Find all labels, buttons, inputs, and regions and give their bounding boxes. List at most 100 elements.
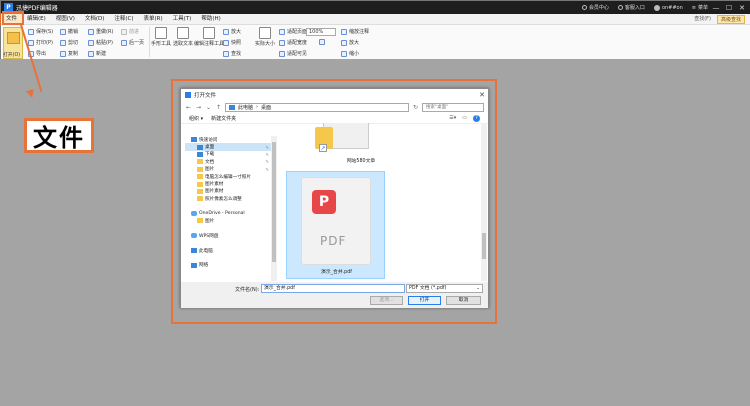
select-text-button[interactable]: 选取文本 bbox=[173, 27, 193, 47]
hand-tool-button[interactable]: 手形工具 bbox=[151, 27, 171, 47]
next-page-button[interactable]: 后一页 bbox=[121, 39, 144, 46]
menu-edit[interactable]: 编辑(E) bbox=[22, 14, 51, 25]
options-button[interactable]: 选项... bbox=[370, 296, 403, 305]
save-button[interactable]: 保存(S) bbox=[28, 28, 53, 35]
back-arrow-icon[interactable]: ← bbox=[185, 104, 192, 111]
file-item-pdf[interactable]: P PDF 演示_合并.pdf bbox=[286, 171, 385, 279]
nav-network[interactable]: 网络 bbox=[185, 262, 273, 269]
fit-page-button[interactable]: 适配页面 bbox=[279, 28, 307, 35]
fit-page-icon bbox=[279, 28, 285, 35]
nav-this-pc[interactable]: 此电脑 bbox=[185, 247, 273, 254]
file-scrollbar[interactable] bbox=[481, 123, 487, 281]
dialog-close-button[interactable]: ✕ bbox=[476, 91, 488, 99]
fit-width-button[interactable]: 适配宽度 bbox=[279, 39, 307, 46]
nav-quick-access[interactable]: 快速访问 bbox=[185, 136, 273, 143]
file-scroll-thumb[interactable] bbox=[482, 233, 486, 259]
up-arrow-icon[interactable]: ↑ bbox=[215, 104, 222, 111]
download-icon bbox=[197, 151, 203, 157]
menu-button[interactable]: ≡ 菜单 bbox=[692, 4, 708, 12]
menu-comment[interactable]: 注释(C) bbox=[109, 14, 138, 25]
zoom-in-tool-button[interactable]: 放大 bbox=[223, 28, 241, 35]
folder-icon bbox=[197, 181, 203, 187]
advanced-find-button[interactable]: 高级查找 bbox=[716, 14, 745, 24]
dialog-footer: 文件名(N): 演示_合并.pdf PDF 文档 (*.pdf) ⌄ 选项... … bbox=[181, 282, 488, 308]
filename-input[interactable]: 演示_合并.pdf bbox=[261, 284, 405, 293]
zoom-annotation-icon bbox=[341, 28, 347, 35]
forward-arrow-icon[interactable]: → bbox=[195, 104, 202, 111]
maximize-button[interactable]: ☐ bbox=[724, 4, 734, 12]
nav-onedrive-pictures[interactable]: 图片 bbox=[185, 217, 273, 224]
zoom-in-button[interactable]: 放大 bbox=[341, 39, 359, 46]
fit-width-label: 适配宽度 bbox=[287, 40, 308, 46]
forward-button[interactable]: 前进 bbox=[121, 28, 139, 35]
save-label: 保存(S) bbox=[36, 29, 54, 35]
member-center-button[interactable]: 会员中心 bbox=[581, 4, 609, 11]
menu-document[interactable]: 文档(D) bbox=[80, 14, 110, 25]
menu-label: 菜单 bbox=[697, 5, 708, 11]
copy-button[interactable]: 复制 bbox=[60, 50, 78, 57]
redo-button[interactable]: 重做(R) bbox=[88, 28, 113, 35]
cancel-button[interactable]: 取消 bbox=[446, 296, 481, 305]
snapshot-button[interactable]: 快照 bbox=[223, 39, 241, 46]
nav-folder[interactable]: 电脑怎么编辑一寸照片 bbox=[185, 173, 273, 180]
cut-button[interactable]: 剪切 bbox=[60, 39, 78, 46]
search-input[interactable]: 搜索"桌面" bbox=[422, 102, 484, 112]
nav-documents[interactable]: 文档 ✎ bbox=[185, 158, 273, 165]
filetype-select[interactable]: PDF 文档 (*.pdf) ⌄ bbox=[406, 284, 483, 293]
preview-pane-icon[interactable]: ▭ bbox=[462, 115, 467, 122]
paste-button[interactable]: 粘贴(P) bbox=[88, 39, 113, 46]
new-folder-button[interactable]: 新建文件夹 bbox=[211, 115, 236, 122]
nav-scroll-thumb[interactable] bbox=[272, 142, 276, 262]
zoom-annotation-button[interactable]: 缩放注释 bbox=[341, 28, 369, 35]
nav-label: 网络 bbox=[199, 263, 209, 269]
breadcrumb-pc[interactable]: 此电脑 bbox=[238, 104, 253, 111]
nav-scrollbar[interactable] bbox=[271, 136, 277, 281]
minimize-button[interactable]: — bbox=[711, 4, 721, 12]
new-doc-icon bbox=[88, 50, 94, 57]
menu-help[interactable]: 帮助(H) bbox=[196, 14, 225, 25]
nav-desktop[interactable]: 桌面 ✎ bbox=[185, 143, 273, 151]
nav-folder[interactable]: 照片像素怎么调整 bbox=[185, 195, 273, 202]
fit-visible-button[interactable]: 适配可见 bbox=[279, 50, 307, 57]
user-button[interactable]: on##on bbox=[653, 4, 683, 11]
menu-view[interactable]: 视图(V) bbox=[51, 14, 80, 25]
print-button[interactable]: 打印(P) bbox=[28, 39, 53, 46]
help-icon[interactable]: ? bbox=[473, 114, 480, 122]
file-menu-highlight bbox=[2, 11, 24, 25]
open-file-button[interactable]: 打开 bbox=[408, 296, 441, 305]
navigation-pane: 快速访问 桌面 ✎ 下载 ✎ 文档 ✎ 图片 ✎ 电脑怎么编辑一寸照片 图片素材 图片素… bbox=[185, 136, 273, 281]
organize-button[interactable]: 组织 ▾ bbox=[189, 115, 203, 122]
nav-label: 文档 bbox=[205, 159, 215, 165]
nav-folder[interactable]: 图片素材 bbox=[185, 180, 273, 187]
edit-annotation-button[interactable]: 编辑注释工具 bbox=[194, 27, 224, 47]
zoom-out-small-button[interactable]: 缩小 bbox=[341, 50, 359, 57]
file-item-folder[interactable]: ↗ 网站580文章 bbox=[311, 123, 381, 164]
breadcrumb-sep-icon: › bbox=[256, 104, 259, 110]
nav-wps-drive[interactable]: WPS网盘 bbox=[185, 232, 273, 239]
close-button[interactable]: ✕ bbox=[737, 4, 747, 12]
service-button[interactable]: 客服入口 bbox=[617, 4, 645, 11]
zoom-out-button[interactable] bbox=[319, 39, 325, 45]
nav-pictures[interactable]: 图片 ✎ bbox=[185, 166, 273, 173]
address-bar[interactable]: 此电脑 › 桌面 bbox=[225, 102, 409, 112]
recent-dropdown-icon[interactable]: ⌄ bbox=[205, 104, 212, 111]
menu-tools[interactable]: 工具(T) bbox=[168, 14, 197, 25]
menu-form[interactable]: 表单(R) bbox=[139, 14, 168, 25]
view-options-icon[interactable]: ☰▾ bbox=[449, 115, 456, 122]
find-tool-button[interactable]: 查找 bbox=[223, 50, 241, 57]
nav-folder[interactable]: 图片素材 bbox=[185, 188, 273, 195]
refresh-icon[interactable]: ↻ bbox=[412, 104, 419, 111]
actual-size-button[interactable]: 实际大小 bbox=[255, 27, 275, 47]
nav-label: 图片 bbox=[205, 167, 215, 173]
new-button[interactable]: 新建 bbox=[88, 50, 106, 57]
zoom-select[interactable]: 100% bbox=[306, 28, 336, 36]
nav-onedrive[interactable]: OneDrive - Personal bbox=[185, 210, 273, 217]
undo-button[interactable]: 撤销 bbox=[60, 28, 78, 35]
nav-downloads[interactable]: 下载 ✎ bbox=[185, 151, 273, 158]
find-button[interactable]: 查找(F) bbox=[694, 15, 711, 24]
folder-icon bbox=[197, 218, 203, 224]
crown-icon bbox=[581, 5, 587, 10]
nav-label: 下载 bbox=[205, 152, 215, 158]
breadcrumb-desktop[interactable]: 桌面 bbox=[261, 104, 271, 111]
